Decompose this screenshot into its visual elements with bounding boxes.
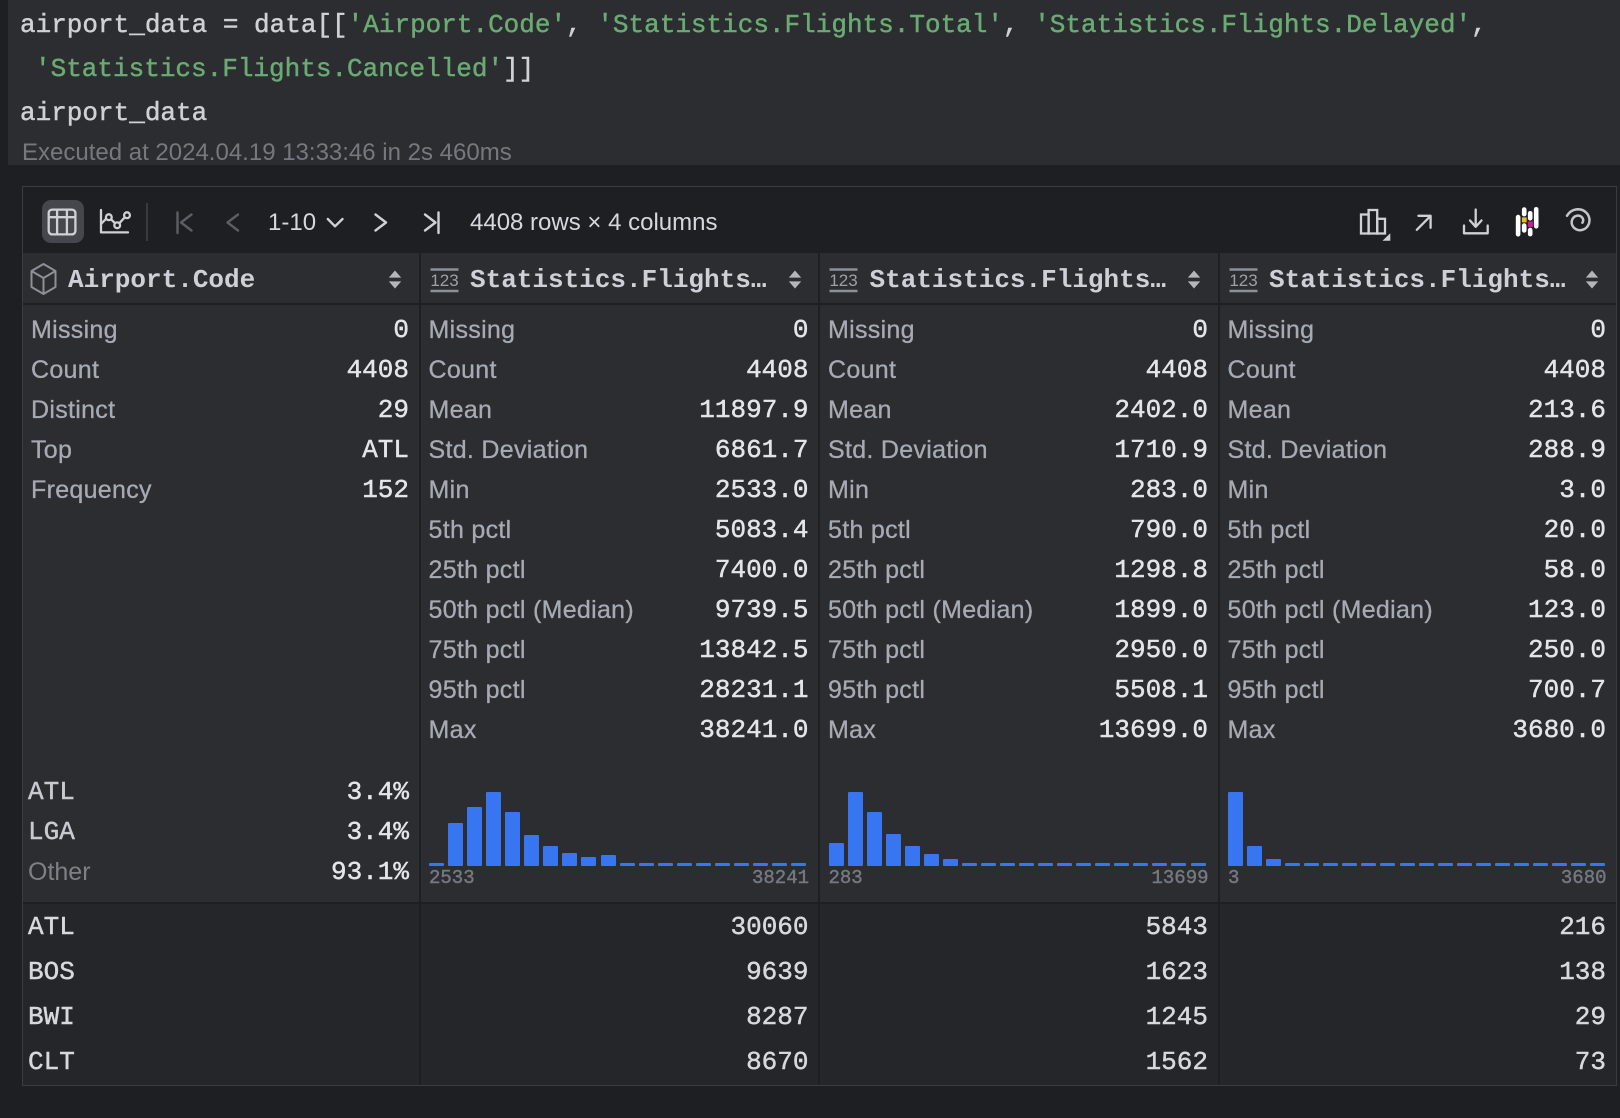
svg-text:123: 123: [430, 271, 458, 290]
svg-text:123: 123: [829, 271, 857, 290]
svg-text:123: 123: [1229, 271, 1257, 290]
